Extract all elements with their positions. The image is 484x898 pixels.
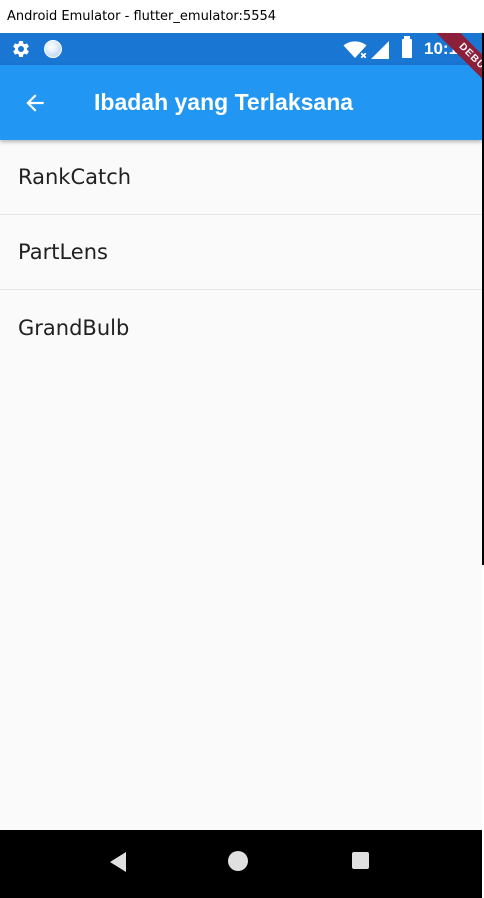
list-item[interactable]: RankCatch (0, 140, 482, 215)
sync-circle-icon (44, 40, 62, 58)
wifi-icon (343, 41, 367, 60)
worship-list: RankCatch PartLens GrandBulb (0, 140, 482, 365)
status-bar: 10:18 (0, 33, 482, 65)
phone-screen: 10:18 Ibadah yang Terlaksana DEBUG RankC… (0, 33, 482, 898)
nav-recents-icon[interactable] (352, 852, 369, 869)
arrow-back-icon (26, 94, 44, 112)
app-bar: Ibadah yang Terlaksana (0, 65, 482, 140)
window-title: Android Emulator - flutter_emulator:5554 (0, 0, 484, 33)
nav-home-icon[interactable] (228, 851, 248, 871)
cell-signal-icon (371, 41, 389, 59)
gear-icon (13, 40, 29, 57)
back-button[interactable] (14, 82, 56, 124)
nav-back-icon[interactable] (108, 851, 128, 873)
list-item[interactable]: GrandBulb (0, 290, 482, 365)
page-title: Ibadah yang Terlaksana (94, 89, 354, 115)
list-item[interactable]: PartLens (0, 215, 482, 290)
system-nav-bar (0, 830, 482, 898)
battery-icon (402, 36, 412, 58)
